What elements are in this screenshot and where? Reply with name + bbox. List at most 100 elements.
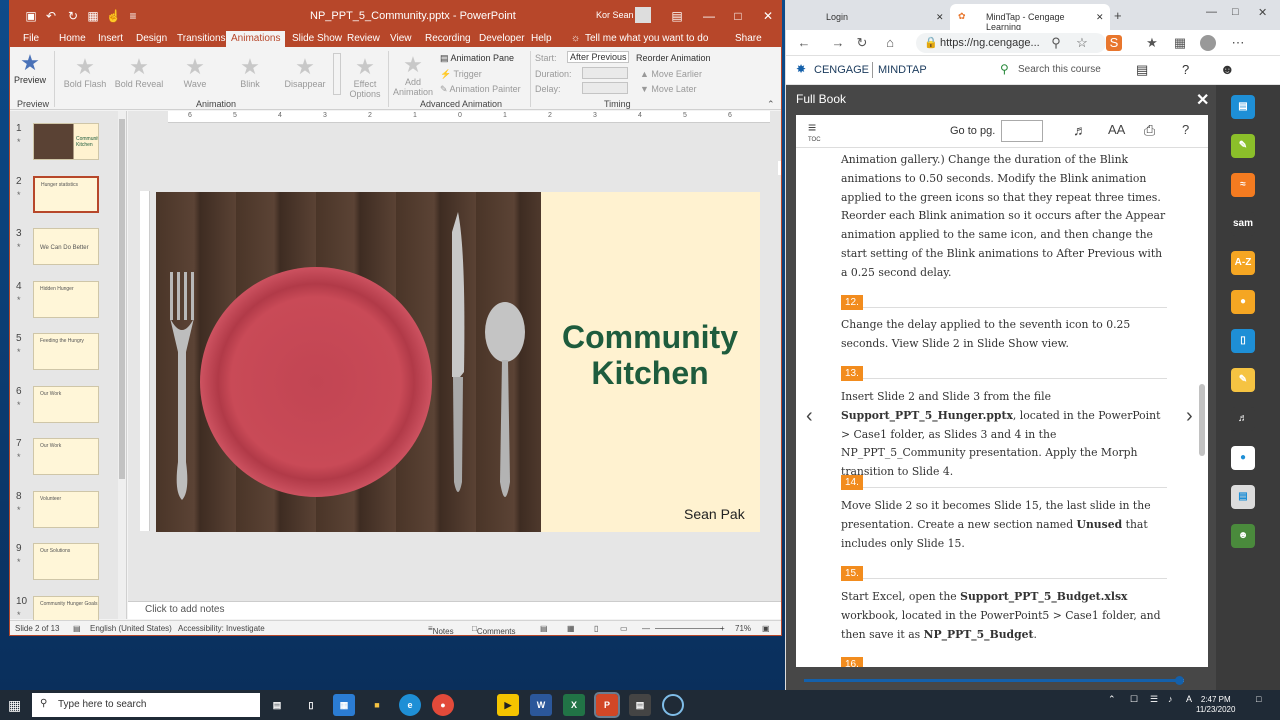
favorite-icon[interactable]: ☆ [1074,35,1090,51]
sam-icon[interactable]: sam [1231,212,1255,236]
collections-icon[interactable]: ▦ [1172,35,1188,51]
preview-button[interactable]: ★ Preview [12,51,48,86]
windows-start-icon[interactable]: ▦ [8,697,24,713]
zoom-app-icon[interactable]: ▶ [497,694,519,716]
edge-icon[interactable]: e [399,694,421,716]
maximize-icon[interactable]: □ [728,7,748,25]
slide-thumbnail[interactable]: Community Kitchen [33,123,99,160]
minimize-icon[interactable]: — [1206,6,1217,18]
wave-button[interactable]: ★ Wave [175,55,215,90]
avatar[interactable] [635,7,651,23]
zoom-icon[interactable]: ⚲ [1048,35,1064,51]
new-tab-icon[interactable]: + [1114,8,1122,23]
help-icon[interactable]: ? [1182,122,1189,137]
language-status[interactable]: English (United States) [90,624,172,633]
trigger-button[interactable]: ⚡ Trigger [440,69,482,80]
chrome-icon[interactable]: ● [432,694,454,716]
rss-icon[interactable]: ≈ [1231,173,1255,197]
tab-help[interactable]: Help [526,31,557,47]
tab-animations[interactable]: Animations [226,31,286,47]
close-tab-icon[interactable]: ✕ [936,12,944,23]
favorites-bar-icon[interactable]: ★ [1144,35,1160,51]
book-progress-bar[interactable] [804,676,1185,685]
profile-icon[interactable] [1200,35,1216,51]
network-icon[interactable]: ☐ [1130,694,1138,705]
minimize-icon[interactable]: — [699,7,719,25]
close-tab-icon[interactable]: ✕ [1096,12,1104,23]
next-page-icon[interactable]: › [1186,405,1193,428]
slide-thumbnail[interactable]: Hunger statistics [33,175,99,213]
excel-icon[interactable]: X [563,694,585,716]
task-view-icon[interactable]: ▤ [266,694,288,716]
duration-input[interactable] [582,67,628,79]
cortana-icon[interactable] [662,694,684,716]
goto-page-input[interactable] [1001,120,1043,142]
forward-icon[interactable]: → [830,35,846,51]
current-slide[interactable]: Community Kitchen Sean Pak [156,192,760,532]
tab-transitions[interactable]: Transitions [172,31,231,47]
comments-button[interactable]: □ Comments [472,624,516,635]
user-menu-icon[interactable]: ☻ [1220,61,1235,77]
tray-chevron-icon[interactable]: ⌃ [1108,694,1116,705]
zoom-slider[interactable] [655,628,723,629]
slide-thumbnail[interactable]: Hidden Hunger [33,280,99,318]
start-select[interactable]: After Previous [567,51,629,63]
slide-thumbnail[interactable]: Feeding the Hungry [33,333,99,370]
blink-button[interactable]: ★ Blink [230,55,270,90]
reading-view-icon[interactable]: ▯ [594,624,598,633]
app-window-icon[interactable]: ▤ [629,694,651,716]
pencil-icon[interactable]: ✎ [1231,134,1255,158]
close-icon[interactable]: ✕ [1258,6,1267,19]
extension-icon[interactable]: S [1106,35,1122,51]
thumbnails-scrollbar[interactable] [118,111,126,619]
volume-icon[interactable]: ♪ [1168,694,1173,704]
effect-options-button[interactable]: ★ Effect Options [345,55,385,100]
notes-pane[interactable]: Click to add notes [128,601,781,619]
A-Z-icon[interactable]: A-Z [1231,251,1255,275]
notes-button[interactable]: ≡ Notes [428,624,454,635]
tab-recording[interactable]: Recording [420,31,476,47]
previous-page-icon[interactable]: ‹ [806,405,813,428]
toolbox-icon[interactable]: ▤ [1231,95,1255,119]
editor-scroll-up[interactable] [778,161,781,175]
progress-icon[interactable]: ▤ [1136,62,1148,78]
slide-title[interactable]: Community Kitchen [544,319,756,391]
ear-icon[interactable]: ♬ [1231,407,1255,431]
tab-view[interactable]: View [385,31,417,47]
tab-mindtap[interactable]: ✿ MindTap - Cengage Learning ✕ [950,4,1110,32]
tab-developer[interactable]: Developer [474,31,530,47]
close-icon[interactable]: ✕ [758,7,778,25]
disappear-button[interactable]: ★ Disappear [282,55,328,90]
customize-qat-icon[interactable]: ≡ [126,9,140,23]
print-icon[interactable]: ⎙ [1144,122,1155,139]
slide-sorter-icon[interactable]: ▦ [567,624,575,633]
close-panel-icon[interactable]: ✕ [1196,90,1209,110]
search-icon[interactable]: ⚲ [1000,62,1009,76]
maximize-icon[interactable]: □ [1232,6,1239,18]
slide-thumbnail[interactable]: Our Solutions [33,543,99,580]
move-earlier-button[interactable]: ▲ Move Earlier [640,69,702,79]
ribbon-display-icon[interactable]: ▤ [667,7,687,25]
gallery-scroll[interactable] [333,53,341,95]
font-size-icon[interactable]: AA [1108,122,1125,137]
tell-me-search[interactable]: Tell me what you want to do [580,31,713,47]
zoom-out-icon[interactable]: — [642,624,650,633]
system-clock[interactable]: 2:47 PM 11/23/2020 [1196,695,1235,715]
undo-icon[interactable]: ↶ [44,9,58,23]
tab-insert[interactable]: Insert [93,31,128,47]
slide-thumbnail[interactable]: Our Work [33,385,99,423]
animation-painter-button[interactable]: ✎ Animation Painter [440,84,521,95]
book-icon[interactable]: ▯ [1231,329,1255,353]
store-icon[interactable]: ▦ [333,694,355,716]
listen-icon[interactable]: ♬ [1073,122,1087,138]
normal-view-icon[interactable]: ▤ [540,624,548,633]
reload-icon[interactable]: ↻ [854,35,870,51]
help-icon[interactable]: ? [1182,62,1189,77]
settings-menu-icon[interactable]: ⋯ [1230,35,1246,51]
add-animation-button[interactable]: ★ Add Animation [393,53,433,98]
cengage-icon[interactable]: ● [1231,290,1255,314]
present-icon[interactable]: ▦ [86,9,100,23]
accessibility-status[interactable]: Accessibility: Investigate [178,624,265,633]
animation-pane-button[interactable]: ▤ Animation Pane [440,53,514,64]
course-search-input[interactable]: Search this course [1018,64,1101,75]
